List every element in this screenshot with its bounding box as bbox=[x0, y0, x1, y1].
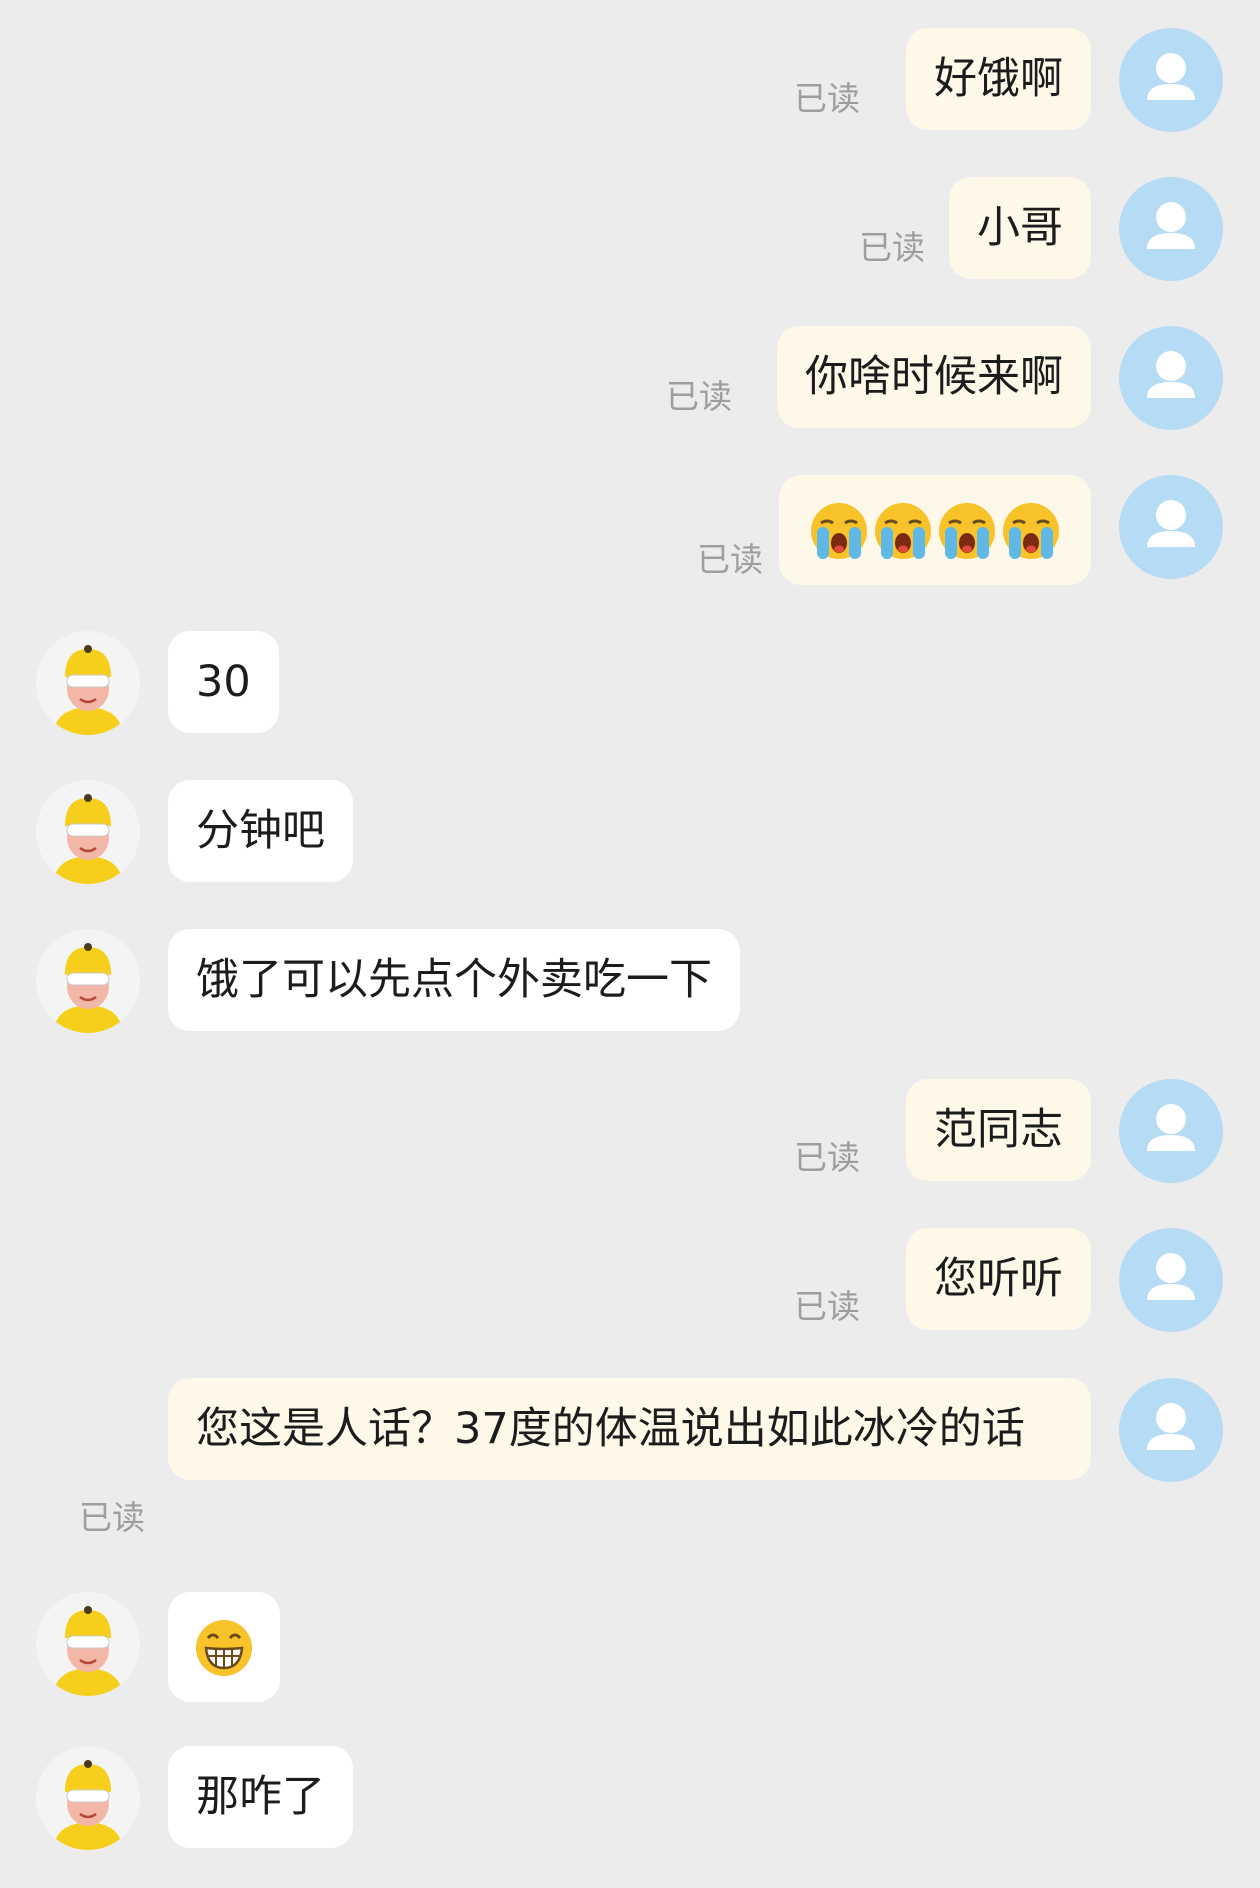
grinning-face-icon bbox=[196, 1619, 252, 1676]
crying-emoji-group bbox=[807, 502, 1063, 559]
user-avatar[interactable] bbox=[1119, 326, 1223, 430]
rider-avatar[interactable] bbox=[36, 1746, 140, 1850]
message-bubble-sent[interactable]: 好饿啊 bbox=[906, 28, 1091, 130]
person-icon bbox=[1147, 202, 1195, 249]
courier-icon bbox=[54, 794, 122, 884]
user-avatar[interactable] bbox=[1119, 177, 1223, 281]
person-icon bbox=[1147, 1253, 1195, 1300]
loudly-crying-face-icon bbox=[1003, 502, 1059, 559]
read-status: 已读 bbox=[79, 1498, 145, 1537]
person-icon bbox=[1147, 351, 1195, 398]
message-bubble-received[interactable] bbox=[168, 1592, 280, 1702]
grinning-emoji bbox=[192, 1619, 256, 1676]
rider-avatar[interactable] bbox=[36, 929, 140, 1033]
loudly-crying-face-icon bbox=[875, 502, 931, 559]
person-icon bbox=[1147, 53, 1195, 100]
message-bubble-received[interactable]: 30 bbox=[168, 631, 279, 733]
message-bubble-received[interactable]: 那咋了 bbox=[168, 1746, 353, 1848]
person-icon bbox=[1147, 1104, 1195, 1151]
person-icon bbox=[1147, 500, 1195, 547]
user-avatar[interactable] bbox=[1119, 1079, 1223, 1183]
courier-icon bbox=[54, 645, 122, 735]
rider-avatar[interactable] bbox=[36, 780, 140, 884]
rider-avatar[interactable] bbox=[36, 1592, 140, 1696]
courier-icon bbox=[54, 1760, 122, 1850]
loudly-crying-face-icon bbox=[939, 502, 995, 559]
user-avatar[interactable] bbox=[1119, 1228, 1223, 1332]
message-bubble-received[interactable]: 饿了可以先点个外卖吃一下 bbox=[168, 929, 740, 1031]
loudly-crying-face-icon bbox=[811, 502, 867, 559]
person-icon bbox=[1147, 1403, 1195, 1450]
read-status: 已读 bbox=[697, 540, 763, 579]
user-avatar[interactable] bbox=[1119, 1378, 1223, 1482]
message-bubble-received[interactable]: 分钟吧 bbox=[168, 780, 353, 882]
user-avatar[interactable] bbox=[1119, 475, 1223, 579]
read-status: 已读 bbox=[859, 228, 925, 267]
message-bubble-sent[interactable] bbox=[779, 475, 1091, 585]
message-bubble-sent[interactable]: 范同志 bbox=[906, 1079, 1091, 1181]
courier-icon bbox=[54, 943, 122, 1033]
message-bubble-sent[interactable]: 你啥时候来啊 bbox=[777, 326, 1091, 428]
message-bubble-sent[interactable]: 您听听 bbox=[906, 1228, 1091, 1330]
message-bubble-sent[interactable]: 小哥 bbox=[949, 177, 1091, 279]
read-status: 已读 bbox=[794, 1287, 860, 1326]
courier-icon bbox=[54, 1606, 122, 1696]
read-status: 已读 bbox=[794, 1138, 860, 1177]
read-status: 已读 bbox=[794, 79, 860, 118]
chat-message-list[interactable]: 已读 好饿啊 已读 小哥 已读 你啥时候来啊 已读 30 分钟吧 饿了可以先点个… bbox=[0, 0, 1260, 1888]
message-bubble-sent[interactable]: 您这是人话？37度的体温说出如此冰冷的话 bbox=[168, 1378, 1091, 1480]
user-avatar[interactable] bbox=[1119, 28, 1223, 132]
rider-avatar[interactable] bbox=[36, 631, 140, 735]
read-status: 已读 bbox=[666, 377, 732, 416]
